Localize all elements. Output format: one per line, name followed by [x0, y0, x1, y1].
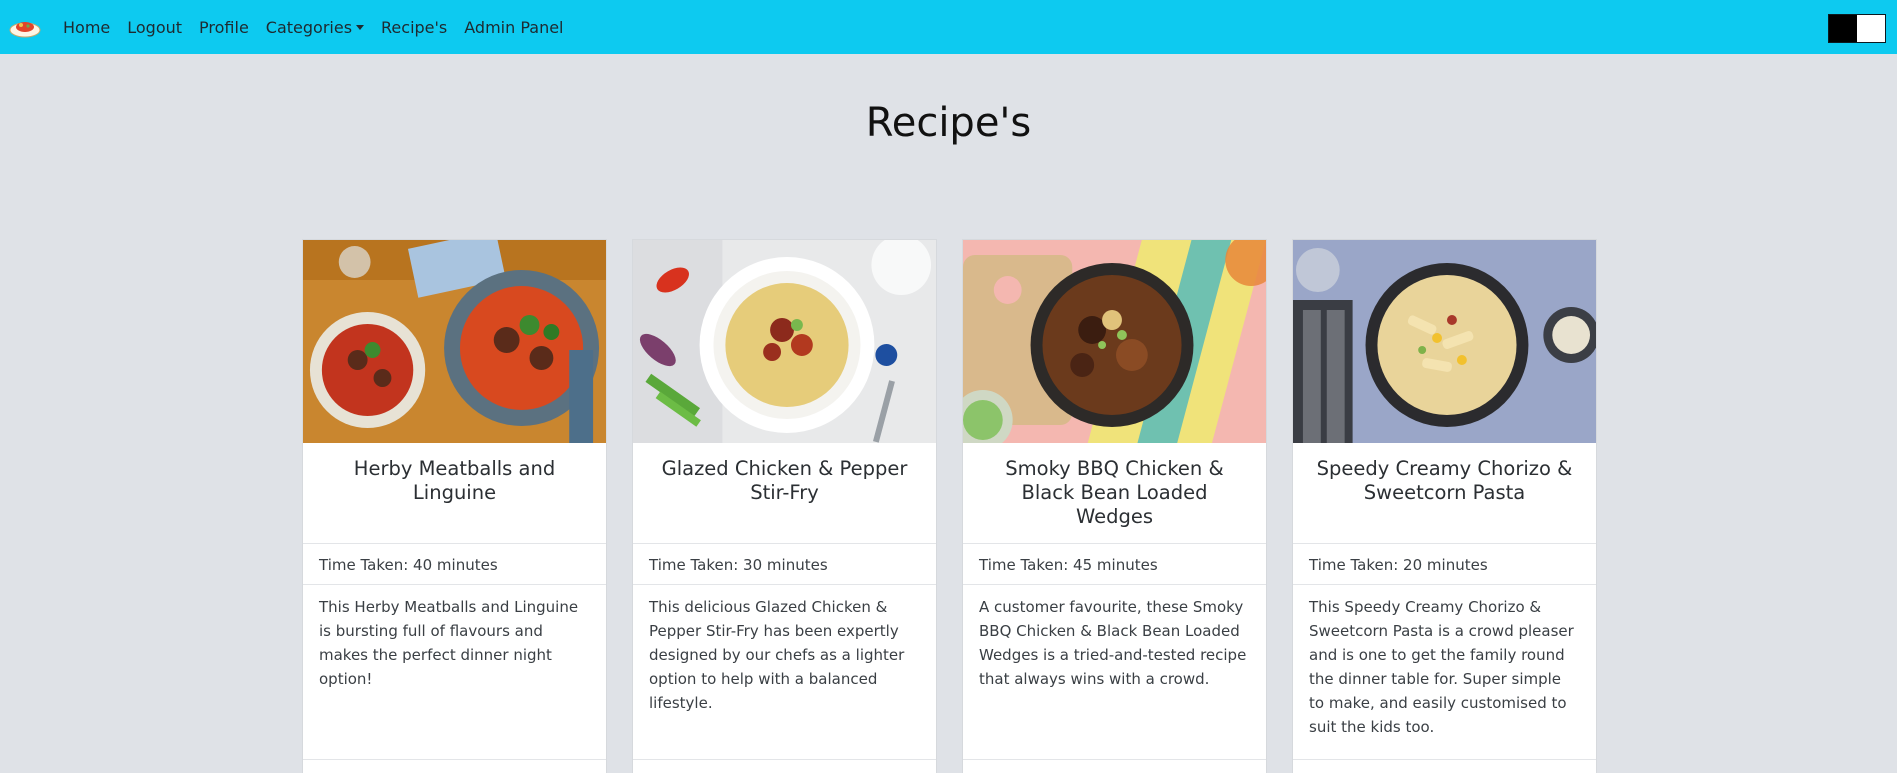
brand-logo[interactable]: [8, 16, 42, 38]
recipe-title-section: Speedy Creamy Chorizo & Sweetcorn Pasta: [1293, 443, 1596, 544]
recipe-image: [963, 240, 1266, 443]
recipe-description: This delicious Glazed Chicken & Pepper S…: [633, 585, 936, 760]
recipe-title[interactable]: Speedy Creamy Chorizo & Sweetcorn Pasta: [1313, 457, 1576, 505]
recipe-title-section: Smoky BBQ Chicken & Black Bean Loaded We…: [963, 443, 1266, 544]
recipe-description: This Herby Meatballs and Linguine is bur…: [303, 585, 606, 760]
nav-categories-dropdown[interactable]: Categories: [265, 17, 365, 37]
nav-home-link[interactable]: Home: [63, 18, 110, 37]
recipe-title-section: Glazed Chicken & Pepper Stir-Fry: [633, 443, 936, 544]
recipe-title[interactable]: Glazed Chicken & Pepper Stir-Fry: [653, 457, 916, 505]
food-bowl-logo-icon: [9, 22, 41, 38]
recipe-card[interactable]: Herby Meatballs and Linguine Time Taken:…: [302, 239, 607, 773]
recipe-time: Time Taken: 20 minutes: [1293, 544, 1596, 585]
top-navbar: Home Logout Profile Categories Recipe's …: [0, 0, 1897, 54]
chevron-down-icon: [356, 24, 365, 30]
dark-theme-swatch[interactable]: [1829, 15, 1857, 42]
recipe-card[interactable]: Smoky BBQ Chicken & Black Bean Loaded We…: [962, 239, 1267, 773]
light-theme-swatch[interactable]: [1857, 15, 1885, 42]
recipe-title[interactable]: Smoky BBQ Chicken & Black Bean Loaded We…: [983, 457, 1246, 529]
nav-recipes-link[interactable]: Recipe's: [381, 18, 447, 37]
nav-admin-panel-link[interactable]: Admin Panel: [464, 18, 563, 37]
recipe-image: [303, 240, 606, 443]
recipe-title[interactable]: Herby Meatballs and Linguine: [323, 457, 586, 505]
nav-logout-link[interactable]: Logout: [127, 18, 182, 37]
recipe-time: Time Taken: 30 minutes: [633, 544, 936, 585]
recipe-time: Time Taken: 40 minutes: [303, 544, 606, 585]
recipe-image: [1293, 240, 1596, 443]
page-title: Recipe's: [865, 100, 1032, 146]
recipe-description: A customer favourite, these Smoky BBQ Ch…: [963, 585, 1266, 760]
recipe-description: This Speedy Creamy Chorizo & Sweetcorn P…: [1293, 585, 1596, 760]
nav-categories-label: Categories: [265, 17, 353, 37]
recipe-image: [633, 240, 936, 443]
recipe-card[interactable]: Glazed Chicken & Pepper Stir-Fry Time Ta…: [632, 239, 937, 773]
recipe-card[interactable]: Speedy Creamy Chorizo & Sweetcorn Pasta …: [1292, 239, 1597, 773]
recipe-title-section: Herby Meatballs and Linguine: [303, 443, 606, 544]
recipe-time: Time Taken: 45 minutes: [963, 544, 1266, 585]
theme-toggle[interactable]: [1828, 14, 1886, 43]
nav-profile-link[interactable]: Profile: [199, 18, 249, 37]
